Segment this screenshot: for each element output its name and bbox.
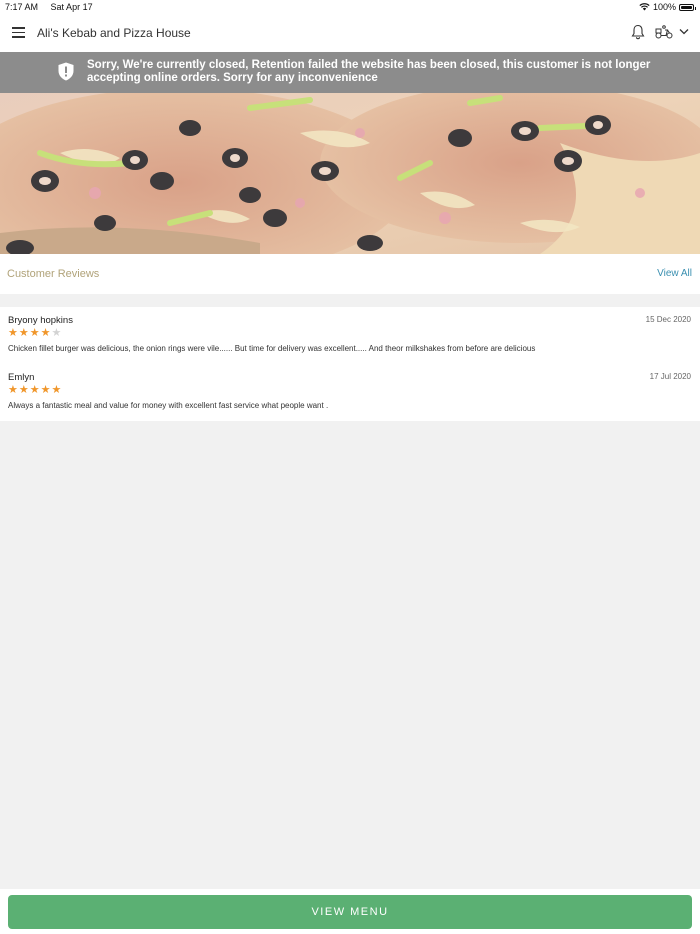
shield-alert-icon <box>58 62 74 81</box>
star-filled-icon: ★ <box>8 384 18 396</box>
star-rating: ★ ★ ★ ★ ★ <box>8 385 61 396</box>
pizza-hero-image <box>0 93 700 254</box>
closed-notice-text: Sorry, We're currently closed, Retention… <box>87 59 651 84</box>
star-filled-icon: ★ <box>18 327 29 339</box>
view-menu-button[interactable]: VIEW MENU <box>8 895 692 929</box>
review-date: 15 Dec 2020 <box>645 315 691 324</box>
bottom-action-bar: VIEW MENU <box>0 889 700 934</box>
status-date: Sat Apr 17 <box>50 2 93 12</box>
battery-icon <box>679 3 696 11</box>
status-time: 7:17 AM <box>5 2 39 12</box>
app-header: Ali's Kebab and Pizza House <box>0 14 700 52</box>
review-text: Always a fantastic meal and value for mo… <box>8 401 329 410</box>
review-text: Chicken fillet burger was delicious, the… <box>8 344 536 353</box>
star-filled-icon: ★ <box>40 384 51 396</box>
star-rating: ★ ★ ★ ★ ★ <box>8 328 61 339</box>
star-empty-icon: ★ <box>51 327 62 339</box>
star-filled-icon: ★ <box>18 384 29 396</box>
star-filled-icon: ★ <box>8 327 18 339</box>
review-item: Bryony hopkins 15 Dec 2020 ★ ★ ★ ★ ★ Chicken… <box>0 307 700 363</box>
star-filled-icon: ★ <box>40 327 51 339</box>
status-bar: 7:17 AM Sat Apr 17 100% <box>0 0 700 14</box>
reviews-list: Bryony hopkins 15 Dec 2020 ★ ★ ★ ★ ★ Chicken… <box>0 307 700 421</box>
reviews-title: Customer Reviews <box>7 268 100 280</box>
wifi-icon <box>639 3 650 11</box>
star-filled-icon: ★ <box>29 327 40 339</box>
battery-percent: 100% <box>652 2 676 12</box>
bell-icon[interactable] <box>631 24 645 40</box>
closed-notice-banner: Sorry, We're currently closed, Retention… <box>0 52 700 93</box>
review-item: Emlyn 17 Jul 2020 ★ ★ ★ ★ ★ Always a fantast… <box>0 364 700 420</box>
restaurant-title: Ali's Kebab and Pizza House <box>37 26 191 40</box>
view-all-reviews-link[interactable]: View All <box>657 268 692 279</box>
review-date: 17 Jul 2020 <box>649 372 691 381</box>
review-author: Emlyn <box>8 372 35 383</box>
review-author: Bryony hopkins <box>8 315 73 326</box>
star-filled-icon: ★ <box>29 384 40 396</box>
delivery-scooter-icon[interactable] <box>655 25 673 39</box>
star-filled-icon: ★ <box>51 384 62 396</box>
hamburger-menu-icon[interactable] <box>12 27 25 38</box>
chevron-down-icon[interactable] <box>679 28 689 35</box>
reviews-section-header: Customer Reviews View All <box>0 254 700 294</box>
